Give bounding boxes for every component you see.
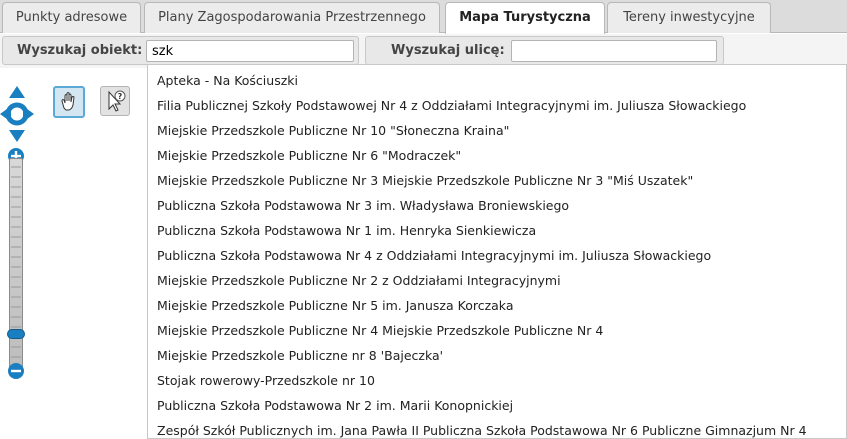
suggestion-item[interactable]: Miejskie Przedszkole Publiczne Nr 4 Miej… [157, 323, 603, 338]
suggestion-item[interactable]: Apteka - Na Kościuszki [157, 73, 298, 88]
zoom-slider[interactable] [7, 158, 25, 368]
suggestion-item[interactable]: Publiczna Szkoła Podstawowa Nr 1 im. Hen… [157, 223, 536, 238]
zoom-slider-handle[interactable] [7, 329, 25, 340]
street-search-input[interactable] [511, 40, 717, 62]
object-search-input[interactable] [146, 40, 354, 62]
object-search-group: Wyszukaj obiekt: [2, 36, 359, 65]
suggestion-item[interactable]: Miejskie Przedszkole Publiczne Nr 3 Miej… [157, 173, 693, 188]
suggestion-item[interactable]: Publiczna Szkoła Podstawowa Nr 2 im. Mar… [157, 398, 513, 413]
suggestion-item[interactable]: Publiczna Szkoła Podstawowa Nr 4 z Oddzi… [157, 248, 711, 263]
suggestion-item[interactable]: Publiczna Szkoła Podstawowa Nr 3 im. Wła… [157, 198, 569, 213]
pan-arrows-icon[interactable] [0, 84, 38, 144]
suggestion-item[interactable]: Miejskie Przedszkole Publiczne Nr 10 "Sł… [157, 123, 509, 138]
tab-bar: Punkty adresowe Plany Zagospodarowania P… [0, 0, 847, 34]
zoom-out-icon[interactable] [7, 362, 25, 380]
tab-mapa-turystyczna[interactable]: Mapa Turystyczna [445, 2, 605, 34]
pan-control[interactable] [0, 84, 38, 144]
suggestion-item[interactable]: Miejskie Przedszkole Publiczne Nr 5 im. … [157, 298, 514, 313]
suggestion-item[interactable]: Stojak rowerowy-Przedszkole nr 10 [157, 373, 375, 388]
autocomplete-dropdown: Apteka - Na Kościuszki Filia Publicznej S… [147, 64, 847, 439]
hand-pan-icon [61, 92, 75, 111]
tab-plany-zagospodarowania[interactable]: Plany Zagospodarowania Przestrzennego [144, 2, 440, 33]
search-bar: Wyszukaj obiekt: Wyszukaj ulicę: [0, 34, 847, 68]
info-tool-button[interactable]: ? [100, 86, 130, 116]
object-search-label: Wyszukaj obiekt: [17, 43, 143, 58]
tab-punkty-adresowe[interactable]: Punkty adresowe [2, 2, 141, 33]
tab-tereny-inwestycyjne[interactable]: Tereny inwestycyjne [607, 2, 771, 33]
suggestion-item[interactable]: Miejskie Przedszkole Publiczne Nr 6 "Mod… [157, 148, 461, 163]
street-search-group: Wyszukaj ulicę: [365, 36, 724, 65]
info-query-icon: ? [108, 90, 126, 112]
hand-tool-button[interactable] [53, 86, 85, 118]
suggestion-item[interactable]: Zespół Szkół Publicznych im. Jana Pawła … [157, 423, 807, 438]
suggestion-item[interactable]: Miejskie Przedszkole Publiczne Nr 2 z Od… [157, 273, 561, 288]
svg-text:?: ? [118, 92, 123, 101]
street-search-label: Wyszukaj ulicę: [391, 43, 505, 58]
suggestion-item[interactable]: Miejskie Przedszkole Publiczne nr 8 'Baj… [157, 348, 443, 363]
suggestion-item[interactable]: Filia Publicznej Szkoły Podstawowej Nr 4… [157, 98, 746, 113]
